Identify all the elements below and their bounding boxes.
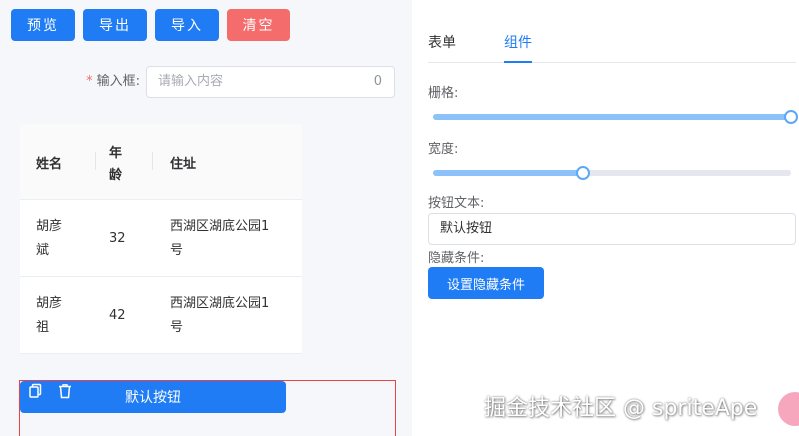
- export-button[interactable]: 导出: [83, 9, 147, 41]
- grid-slider-handle[interactable]: [784, 110, 798, 124]
- cell-name-wrap: 斌: [36, 243, 50, 258]
- width-slider[interactable]: [433, 166, 791, 180]
- cell-name-wrap: 祖: [36, 320, 50, 335]
- cell-address: 西湖区湖底公园1: [170, 296, 270, 311]
- tab-form[interactable]: 表单: [428, 32, 456, 52]
- cell-address-wrap: 号: [170, 320, 184, 335]
- import-button[interactable]: 导入: [155, 9, 219, 41]
- header-address: 住址: [170, 157, 197, 172]
- watermark: 掘金技术社区 @ spriteApe: [484, 396, 758, 421]
- header-age-line2: 龄: [109, 168, 123, 183]
- property-panel: 表单 组件 栅格: 宽度: 按钮文本: 默认按钮 隐藏条件: 设置隐藏条件: [412, 0, 799, 436]
- header-divider: [95, 152, 96, 170]
- data-table: 姓名 年 龄 住址 胡彦 斌 32 西湖区湖底公园1 号 胡彦 祖 42 西湖区…: [20, 124, 302, 354]
- clear-button[interactable]: 清空: [227, 9, 290, 41]
- grid-label: 栅格:: [428, 86, 459, 101]
- active-tab-indicator: [504, 61, 532, 63]
- canvas-pane: 预览 导出 导入 清空 * 输入框: 请输入内容 0 姓名 年 龄 住址 胡彦 斌…: [0, 0, 412, 436]
- required-mark: *: [86, 74, 93, 89]
- header-divider: [152, 152, 153, 170]
- table-row: 胡彦 斌 32 西湖区湖底公园1 号: [20, 200, 302, 277]
- header-age-line1: 年: [109, 146, 123, 161]
- cell-name: 胡彦: [36, 219, 63, 234]
- cell-age: 32: [109, 231, 126, 246]
- trash-icon[interactable]: [57, 383, 73, 401]
- grid-slider-fill: [433, 114, 791, 120]
- grid-slider[interactable]: [433, 110, 798, 124]
- set-hide-condition-button[interactable]: 设置隐藏条件: [428, 267, 544, 299]
- input-form-item: * 输入框: 请输入内容 0: [0, 66, 412, 98]
- table-header: 姓名 年 龄 住址: [20, 124, 302, 200]
- cell-age: 42: [109, 308, 126, 323]
- text-input[interactable]: 请输入内容 0: [146, 66, 395, 98]
- width-slider-fill: [433, 170, 584, 176]
- copy-icon[interactable]: [28, 383, 44, 401]
- table-row: 胡彦 祖 42 西湖区湖底公园1 号: [20, 277, 302, 354]
- cell-address: 西湖区湖底公园1: [170, 219, 270, 234]
- width-label: 宽度:: [428, 142, 459, 157]
- hide-condition-label: 隐藏条件:: [428, 251, 485, 266]
- panel-tabs: 表单 组件: [428, 28, 796, 63]
- button-text-label: 按钮文本:: [428, 196, 485, 211]
- width-slider-handle[interactable]: [576, 166, 591, 180]
- button-text-input[interactable]: 默认按钮: [428, 213, 796, 245]
- cell-name: 胡彦: [36, 296, 63, 311]
- char-count: 0: [373, 74, 382, 89]
- header-name: 姓名: [36, 157, 63, 172]
- input-placeholder: 请输入内容: [158, 74, 224, 89]
- cell-address-wrap: 号: [170, 243, 184, 258]
- button-text-value: 默认按钮: [440, 221, 493, 236]
- preview-button[interactable]: 预览: [11, 9, 75, 41]
- input-label-text: 输入框:: [96, 74, 140, 89]
- tab-component[interactable]: 组件: [504, 32, 532, 52]
- input-label: * 输入框:: [60, 66, 140, 98]
